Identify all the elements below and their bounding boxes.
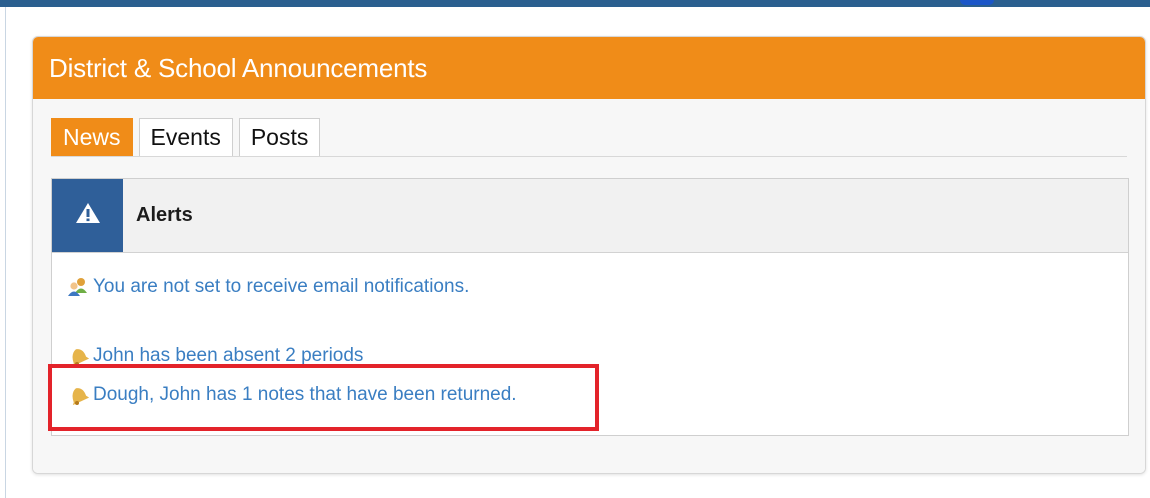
tab-events[interactable]: Events xyxy=(138,118,233,156)
panel-title: District & School Announcements xyxy=(49,52,428,83)
tab-bar: News Events Posts xyxy=(51,118,321,156)
alerts-title: Alerts xyxy=(136,204,193,226)
alert-item-email-notifications[interactable]: You are not set to receive email notific… xyxy=(67,276,469,298)
panel-header: District & School Announcements xyxy=(33,37,1145,99)
users-icon xyxy=(67,276,89,298)
top-nav-accent xyxy=(960,0,994,5)
alerts-header: Alerts xyxy=(52,179,1128,253)
warning-icon xyxy=(75,201,101,230)
alert-item-text: You are not set to receive email notific… xyxy=(93,276,470,297)
alerts-icon-box xyxy=(52,179,123,252)
tab-divider xyxy=(51,156,1127,157)
left-border-line xyxy=(5,7,6,498)
highlight-box xyxy=(48,364,599,431)
tab-news[interactable]: News xyxy=(51,118,133,156)
page: District & School Announcements News Eve… xyxy=(0,0,1150,498)
tab-posts[interactable]: Posts xyxy=(238,118,321,156)
